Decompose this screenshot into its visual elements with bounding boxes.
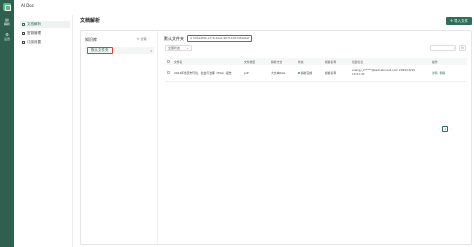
nav-item-doc-parse[interactable]: 文档解析 [20, 21, 70, 28]
col-header: 创建信息 [350, 58, 430, 65]
created-info-cell: energy_z*****@test.abound.com 2024/10/15… [350, 65, 430, 82]
prev-page-button[interactable]: ‹ [439, 127, 440, 131]
col-header: 操作 [430, 58, 467, 65]
kb-manage-label: 管理 [140, 37, 147, 41]
plus-icon: + [449, 18, 454, 23]
main-card: 知识库 ✎ 管理 默认文件夹 1 默认文件夹 ⊕ b0be4f4b-e7c6-4… [80, 30, 472, 245]
col-header: 文件类型 [242, 58, 269, 65]
rail-item-settings[interactable]: ⚙ 设置 [2, 33, 12, 44]
search-input[interactable] [433, 46, 453, 50]
kb-heading: 知识库 [85, 37, 97, 42]
kb-item-count: 1 [150, 48, 152, 53]
nav-item-label: 订阅设置 [27, 40, 41, 44]
subscription-icon [22, 41, 25, 44]
rail-item-label: 解析 [3, 22, 10, 26]
select-all-cell[interactable] [165, 58, 172, 65]
row-checkbox[interactable] [167, 70, 170, 74]
app-title: AI Doc [21, 3, 34, 8]
copy-icon: ⊕ [190, 36, 193, 40]
kb-item-default-folder[interactable]: 默认文件夹 1 [85, 47, 154, 54]
actions-cell: 详情 删除 [430, 65, 467, 82]
table-header-row: 文件名 文件类型 解析方式 状态 模板名称 创建信息 操作 [165, 58, 467, 65]
files-header: 默认文件夹 ⊕ b0be4f4b-e7c6-4ee1-9b7f-1d03d3a6… [164, 35, 253, 42]
template-cell: 模板名称 [323, 65, 350, 82]
search-icon: ⌕ [453, 46, 455, 50]
files-title: 默认文件夹 [164, 35, 184, 41]
key-icon [22, 32, 25, 35]
app-logo-icon [3, 3, 11, 11]
kb-manage-button[interactable]: ✎ 管理 [137, 37, 147, 41]
folder-id-text: b0be4f4b-e7c6-4ee1-9b7f-1d03d3a6bef [193, 36, 250, 40]
col-header: 模板名称 [323, 58, 350, 65]
status-dot-icon [298, 71, 300, 74]
col-header: 解析方式 [269, 58, 296, 65]
nav-item-subscription[interactable]: 订阅设置 [20, 39, 70, 46]
files-panel: 默认文件夹 ⊕ b0be4f4b-e7c6-4ee1-9b7f-1d03d3a6… [163, 31, 470, 244]
import-file-label: 导入文件 [454, 18, 469, 23]
file-name-cell[interactable]: 2024年重庆市环境、社会与治理（ESG）报告 [172, 65, 242, 82]
import-file-button[interactable]: + 导入文件 [446, 17, 472, 25]
nav-item-label: 文档解析 [27, 22, 41, 26]
nav-item-key-manage[interactable]: 密钥管理 [20, 30, 70, 37]
secondary-nav: 文档解析 密钥管理 订阅设置 [16, 15, 73, 247]
folder-id-chip[interactable]: ⊕ b0be4f4b-e7c6-4ee1-9b7f-1d03d3a6bef [187, 35, 253, 42]
left-rail: ▤ 解析 ⚙ 设置 [0, 0, 14, 247]
files-table: 文件名 文件类型 解析方式 状态 模板名称 创建信息 操作 2024年重庆市环境… [165, 58, 467, 82]
chevron-down-icon: ⌄ [186, 46, 189, 50]
rail-item-parse[interactable]: ▤ 解析 [2, 18, 12, 29]
col-header: 状态 [296, 58, 323, 65]
table-row[interactable]: 2024年重庆市环境、社会与治理（ESG）报告 pdf 大文本RAG 解析完成 … [165, 65, 467, 82]
page-number-button[interactable]: 1 [442, 126, 449, 132]
delete-link[interactable]: 删除 [440, 71, 446, 75]
detail-link[interactable]: 详情 [432, 71, 438, 75]
parse-method-cell: 大文本RAG [269, 65, 296, 82]
select-all-checkbox[interactable] [167, 59, 170, 63]
status-filter-select[interactable]: 全部状态 ⌄ [165, 45, 192, 51]
file-icon [22, 23, 25, 26]
rail-item-label: 设置 [3, 37, 10, 41]
file-type-cell: pdf [242, 65, 269, 82]
page-title: 文档解析 [80, 18, 101, 24]
status-text: 解析完成 [301, 70, 313, 75]
next-page-button[interactable]: › [450, 127, 451, 131]
nav-item-label: 密钥管理 [27, 31, 41, 35]
refresh-button[interactable]: ↻ [459, 45, 466, 51]
status-filter-label: 全部状态 [168, 46, 181, 50]
row-select-cell[interactable] [165, 65, 172, 82]
pagination: ‹ 1 › [439, 126, 451, 132]
refresh-icon: ↻ [461, 46, 464, 50]
status-cell: 解析完成 [296, 65, 323, 82]
col-header: 文件名 [172, 58, 242, 65]
knowledge-base-panel: 知识库 ✎ 管理 默认文件夹 1 [81, 31, 158, 244]
search-box: ⌕ [430, 45, 456, 51]
edit-icon: ✎ [137, 37, 140, 41]
kb-item-name: 默认文件夹 [87, 47, 113, 54]
